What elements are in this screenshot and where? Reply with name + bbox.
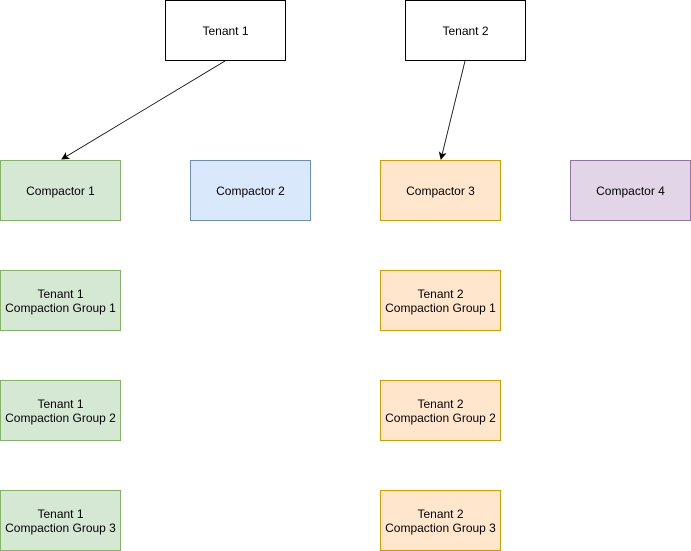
compactor-3-node[interactable]: Compactor 3 bbox=[380, 160, 501, 221]
group-name-label: Compaction Group 1 bbox=[5, 300, 116, 315]
tenant-1-node[interactable]: Tenant 1 bbox=[165, 0, 286, 61]
group-name-label: Compaction Group 3 bbox=[385, 520, 496, 535]
group-tenant-label: Tenant 2 bbox=[417, 396, 464, 411]
group-tenant-label: Tenant 1 bbox=[37, 286, 84, 301]
edge-tenant1-to-compactor1 bbox=[61, 60, 226, 160]
group-name-label: Compaction Group 3 bbox=[5, 520, 116, 535]
group-tenant-label: Tenant 1 bbox=[37, 396, 84, 411]
group-tenant-label: Tenant 2 bbox=[417, 286, 464, 301]
compactor-4-label: Compactor 4 bbox=[596, 183, 665, 198]
compactor-2-label: Compactor 2 bbox=[216, 183, 285, 198]
compactor-4-node[interactable]: Compactor 4 bbox=[570, 160, 691, 221]
tenant-2-compaction-group-3-node[interactable]: Tenant 2 Compaction Group 3 bbox=[380, 490, 501, 551]
compactor-1-node[interactable]: Compactor 1 bbox=[0, 160, 121, 221]
compactor-2-node[interactable]: Compactor 2 bbox=[190, 160, 311, 221]
group-name-label: Compaction Group 2 bbox=[385, 410, 496, 425]
compactor-3-label: Compactor 3 bbox=[406, 183, 475, 198]
edge-tenant2-to-compactor3 bbox=[438, 60, 466, 160]
compactor-1-label: Compactor 1 bbox=[26, 183, 95, 198]
tenant-1-compaction-group-2-node[interactable]: Tenant 1 Compaction Group 2 bbox=[0, 380, 121, 441]
tenant-1-compaction-group-3-node[interactable]: Tenant 1 Compaction Group 3 bbox=[0, 490, 121, 551]
tenant-1-compaction-group-1-node[interactable]: Tenant 1 Compaction Group 1 bbox=[0, 270, 121, 331]
group-tenant-label: Tenant 2 bbox=[417, 506, 464, 521]
group-name-label: Compaction Group 1 bbox=[385, 300, 496, 315]
tenant-1-label: Tenant 1 bbox=[202, 23, 249, 38]
group-name-label: Compaction Group 2 bbox=[5, 410, 116, 425]
tenant-2-node[interactable]: Tenant 2 bbox=[405, 0, 526, 61]
tenant-2-compaction-group-1-node[interactable]: Tenant 2 Compaction Group 1 bbox=[380, 270, 501, 331]
tenant-2-label: Tenant 2 bbox=[442, 23, 489, 38]
tenant-2-compaction-group-2-node[interactable]: Tenant 2 Compaction Group 2 bbox=[380, 380, 501, 441]
group-tenant-label: Tenant 1 bbox=[37, 506, 84, 521]
